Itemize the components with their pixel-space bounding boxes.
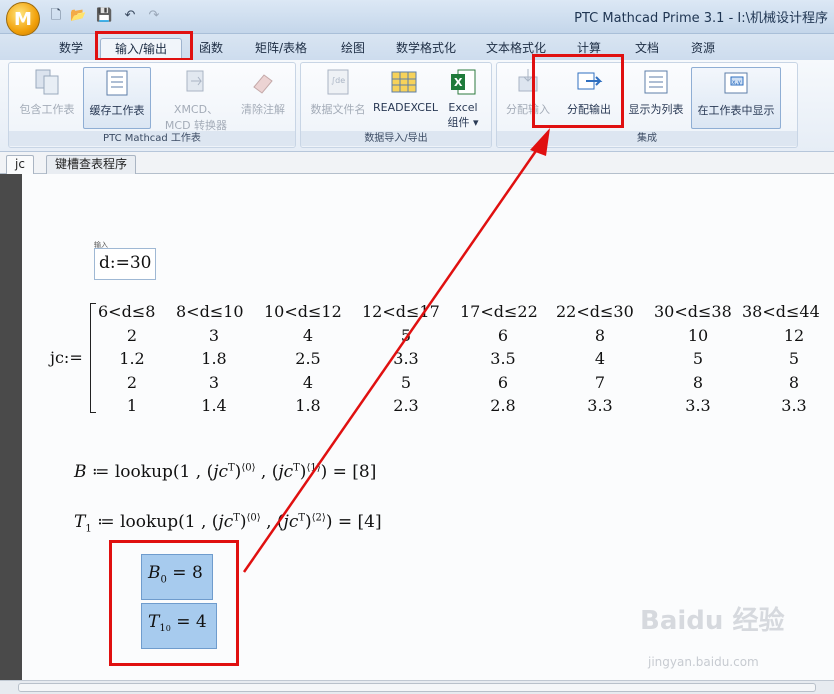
tab-document[interactable]: 文档 (628, 38, 666, 60)
show-in-worksheet-icon: x,y (724, 72, 748, 94)
matrix-cell: 1.8 (295, 396, 321, 415)
highlight-tab-input-output (95, 31, 193, 61)
matrix-cell: 7 (594, 373, 606, 392)
tab-functions[interactable]: 函数 (192, 38, 230, 60)
svg-text:x,y: x,y (732, 79, 741, 86)
tab-math[interactable]: 数学 (52, 38, 90, 60)
doc-tab-keyway-program[interactable]: 键槽查表程序 (46, 155, 137, 174)
matrix-cell: 6 (497, 326, 509, 345)
watermark-brand: Baidu 经验 (640, 606, 785, 636)
readexcel-icon (391, 71, 417, 93)
matrix-cell: 8 (594, 326, 606, 345)
readexcel-button[interactable]: READEXCEL (373, 67, 438, 114)
highlight-assign-output (532, 54, 624, 128)
include-worksheet-button[interactable]: 包含工作表 (15, 67, 79, 117)
scrollbar-thumb[interactable] (18, 683, 816, 692)
matrix-cell: 2.5 (295, 349, 321, 368)
document-tab-bar: jc 键槽查表程序 (0, 152, 834, 174)
matrix-cell: 5 (400, 373, 412, 392)
matrix-cell: 3.3 (393, 349, 419, 368)
highlight-eval-outputs (109, 540, 239, 666)
matrix-cell: 3.3 (781, 396, 807, 415)
matrix-cell: 5 (788, 349, 800, 368)
matrix-header: 22<d≤30 (556, 302, 634, 321)
worksheet-margin (0, 174, 22, 680)
matrix-header: 30<d≤38 (654, 302, 732, 321)
tab-math-formatting[interactable]: 数学格式化 (392, 38, 460, 60)
matrix-cell: 5 (400, 326, 412, 345)
app-logo: M (14, 8, 32, 30)
tab-plots[interactable]: 绘图 (334, 38, 372, 60)
svg-text:X: X (454, 76, 463, 89)
group-data-io: ∫de 数据文件名 READEXCEL X Excel 组件 ▾ 数据导入/导出 (300, 62, 492, 148)
matrix-cell: 8 (788, 373, 800, 392)
matrix-cell: 3 (208, 326, 220, 345)
matrix-name: jc:= (50, 348, 83, 367)
matrix-cell: 1.4 (201, 396, 227, 415)
matrix-header: 12<d≤17 (362, 302, 440, 321)
new-file-icon[interactable]: 🗋 (48, 8, 64, 24)
excel-component-button[interactable]: X Excel 组件 ▾ (439, 67, 487, 130)
input-region[interactable]: d:=30 (94, 248, 156, 280)
matrix-header: 6<d≤8 (98, 302, 156, 321)
save-icon[interactable]: 💾 (96, 8, 112, 24)
clear-annotations-button[interactable]: 清除注解 (235, 67, 291, 117)
data-filename-button[interactable]: ∫de 数据文件名 (307, 67, 369, 117)
excel-icon: X (451, 69, 476, 95)
svg-text:∫de: ∫de (331, 76, 345, 85)
converter-icon (186, 70, 204, 92)
xmcd-converter-button[interactable]: XMCD、 MCD 转换器 (159, 67, 233, 133)
include-worksheet-icon (35, 69, 59, 95)
matrix-cell: 3 (208, 373, 220, 392)
lookup-equation-B[interactable]: B ≔ lookup(1 , (jcT)⟨0⟩ , (jcT)⟨1⟩) = [8… (74, 462, 376, 482)
matrix-cell: 2.3 (393, 396, 419, 415)
group-label-data-io: 数据导入/导出 (301, 131, 491, 146)
open-folder-icon[interactable]: 📂 (70, 8, 86, 24)
doc-tab-jc[interactable]: jc (6, 155, 34, 174)
horizontal-scrollbar[interactable] (0, 680, 834, 694)
app-menu-button[interactable]: M (6, 2, 40, 36)
matrix-header: 38<d≤44 (742, 302, 820, 321)
matrix-cell: 3.3 (587, 396, 613, 415)
show-as-list-button[interactable]: 显示为列表 (625, 67, 687, 117)
input-expression: d:=30 (99, 253, 152, 273)
eraser-icon (253, 74, 273, 94)
watermark-url: jingyan.baidu.com (648, 655, 759, 669)
matrix-cell: 3.3 (685, 396, 711, 415)
matrix-cell: 12 (783, 326, 805, 345)
matrix-cell: 5 (692, 349, 704, 368)
list-icon (644, 70, 668, 94)
matrix-cell: 3.5 (490, 349, 516, 368)
matrix-cell: 4 (594, 349, 606, 368)
matrix-header: 17<d≤22 (460, 302, 538, 321)
ribbon: 包含工作表 缓存工作表 XMCD、 MCD 转换器 清除注解 PTC Mathca… (0, 60, 834, 152)
group-worksheet: 包含工作表 缓存工作表 XMCD、 MCD 转换器 清除注解 PTC Mathca… (8, 62, 296, 148)
group-label-integration: 集成 (497, 131, 797, 146)
matrix-cell: 2.8 (490, 396, 516, 415)
tab-resources[interactable]: 资源 (684, 38, 722, 60)
matrix-header: 8<d≤10 (176, 302, 244, 321)
matrix-cell: 1.8 (201, 349, 227, 368)
title-bar: M 🗋 📂 💾 ↶ ↷ PTC Mathcad Prime 3.1 - I:\机… (0, 0, 834, 36)
data-file-icon: ∫de (327, 69, 349, 95)
matrix-cell: 8 (692, 373, 704, 392)
cache-worksheet-icon (106, 70, 128, 96)
show-in-worksheet-button[interactable]: x,y 在工作表中显示 (691, 67, 781, 129)
tab-matrix-table[interactable]: 矩阵/表格 (250, 38, 312, 60)
matrix-cell: 4 (302, 326, 314, 345)
window-title: PTC Mathcad Prime 3.1 - I:\机械设计程序 (574, 11, 828, 26)
undo-icon[interactable]: ↶ (122, 8, 138, 24)
cache-worksheet-button[interactable]: 缓存工作表 (83, 67, 151, 129)
lookup-equation-T[interactable]: T1 ≔ lookup(1 , (jcT)⟨0⟩ , (jcT)⟨2⟩) = [… (74, 512, 382, 534)
redo-icon[interactable]: ↷ (146, 8, 162, 24)
matrix-cell: 10 (687, 326, 709, 345)
matrix-cell: 6 (497, 373, 509, 392)
matrix-header: 10<d≤12 (264, 302, 342, 321)
matrix-cell: 4 (302, 373, 314, 392)
group-label-worksheet: PTC Mathcad 工作表 (9, 131, 295, 146)
